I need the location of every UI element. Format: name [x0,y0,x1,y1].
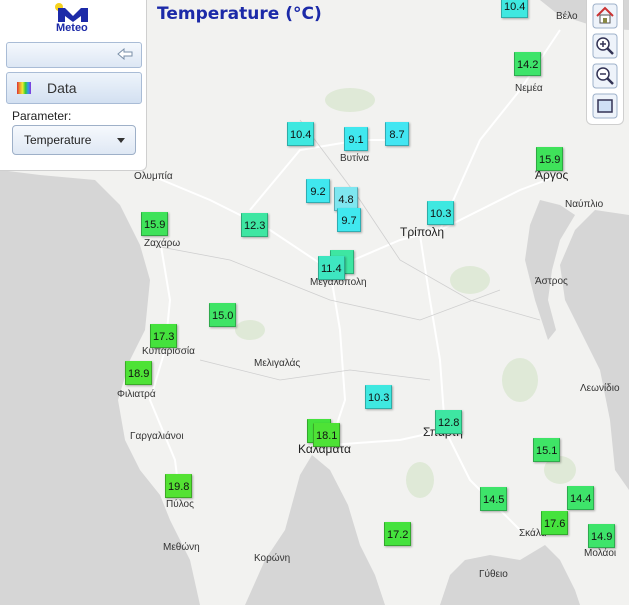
station-marker[interactable]: 9.7 [337,208,361,232]
parameter-label: Parameter: [12,109,72,123]
place-label: Ναύπλιο [565,199,604,210]
place-label: Γαργαλιάνοι [130,431,184,442]
station-marker[interactable]: 17.3 [150,324,178,348]
map-toolbar [586,0,624,125]
station-value: 15.9 [539,154,561,166]
station-value: 10.4 [504,1,526,13]
station-value: 9.1 [348,134,364,146]
control-panel: Meteo Data Parameter: Temperature [0,0,147,171]
logo-text: Meteo [56,22,88,34]
station-value: 18.9 [128,368,150,380]
place-label: Μολάοι [584,548,617,559]
station-value: 15.0 [212,310,234,322]
place-label: Άστρος [535,276,568,287]
chevron-down-icon [117,138,125,143]
place-label: Λεωνίδιο [580,383,620,394]
station-marker[interactable]: 15.9 [536,147,564,171]
station-value: 15.1 [536,445,558,457]
station-marker[interactable]: 9.2 [306,179,330,203]
station-value: 10.3 [430,208,452,220]
data-button[interactable]: Data [6,72,142,104]
station-value: 10.4 [290,129,312,141]
station-value: 17.3 [153,331,175,343]
place-label: Κορώνη [254,553,291,564]
station-marker[interactable]: 10.3 [427,201,455,225]
place-label: Μελιγαλάς [254,358,301,369]
station-marker[interactable]: 14.9 [588,524,616,548]
station-value: 9.2 [310,186,326,198]
place-label: Γύθειο [479,569,508,580]
zoom-in-icon[interactable] [592,33,618,59]
station-value: 14.5 [483,494,505,506]
place-label: Πύλος [166,499,194,510]
station-marker[interactable]: 10.4 [287,122,315,146]
station-value: 18.1 [316,430,338,442]
place-label: Ζαχάρω [144,238,181,249]
station-marker[interactable]: 11.4 [318,256,345,280]
station-value: 10.3 [368,392,390,404]
station-value: 17.2 [387,529,409,541]
station-marker[interactable]: 12.3 [241,213,269,237]
station-value: 15.9 [144,219,166,231]
station-marker[interactable]: 8.7 [385,122,409,146]
station-value: 8.7 [389,129,405,141]
collapse-panel-button[interactable] [6,42,142,68]
station-value: 4.8 [338,194,354,206]
station-marker[interactable]: 15.0 [209,303,237,327]
station-marker[interactable]: 12.8 [435,410,463,434]
place-label: Ολυμπία [134,171,173,182]
station-value: 9.7 [341,215,357,227]
station-value: 14.4 [570,493,592,505]
station-marker[interactable]: 18.9 [125,361,153,385]
place-label: Τρίπολη [400,225,445,239]
place-label: Μεθώνη [163,542,200,553]
station-marker[interactable]: 19.8 [165,474,193,498]
home-icon[interactable] [592,3,618,29]
zoom-out-icon[interactable] [592,63,618,89]
station-marker[interactable]: 15.9 [141,212,169,236]
station-value: 12.3 [244,220,266,232]
station-marker[interactable]: 10.4 [501,0,529,18]
place-label: Νεμέα [515,83,543,94]
color-scale-icon [17,82,31,94]
map-title: Temperature (°C) [157,4,322,24]
station-value: 14.9 [591,531,613,543]
station-marker[interactable]: 14.5 [480,487,508,511]
station-marker[interactable]: 14.2 [514,52,542,76]
station-value: 12.8 [438,417,460,429]
zoom-extent-icon[interactable] [592,93,618,119]
place-label: Βέλο [556,11,578,22]
station-marker[interactable]: 17.2 [384,522,412,546]
station-value: 14.2 [517,59,539,71]
station-marker[interactable]: 15.1 [533,438,561,462]
station-value: 17.6 [544,518,566,530]
place-label: Βυτίνα [340,153,370,164]
station-marker[interactable]: 9.1 [344,127,368,151]
place-label: Φιλιατρά [117,389,156,400]
data-button-label: Data [47,80,77,96]
arrow-left-icon [117,48,133,60]
station-marker[interactable]: 18.1 [313,423,341,447]
station-value: 19.8 [168,481,190,493]
station-value: 11.4 [321,263,342,275]
parameter-select[interactable]: Temperature [12,125,136,155]
station-marker[interactable]: 17.6 [541,511,569,535]
station-marker[interactable]: 14.4 [567,486,595,510]
station-marker[interactable]: 10.3 [365,385,393,409]
parameter-select-value: Temperature [24,133,92,147]
